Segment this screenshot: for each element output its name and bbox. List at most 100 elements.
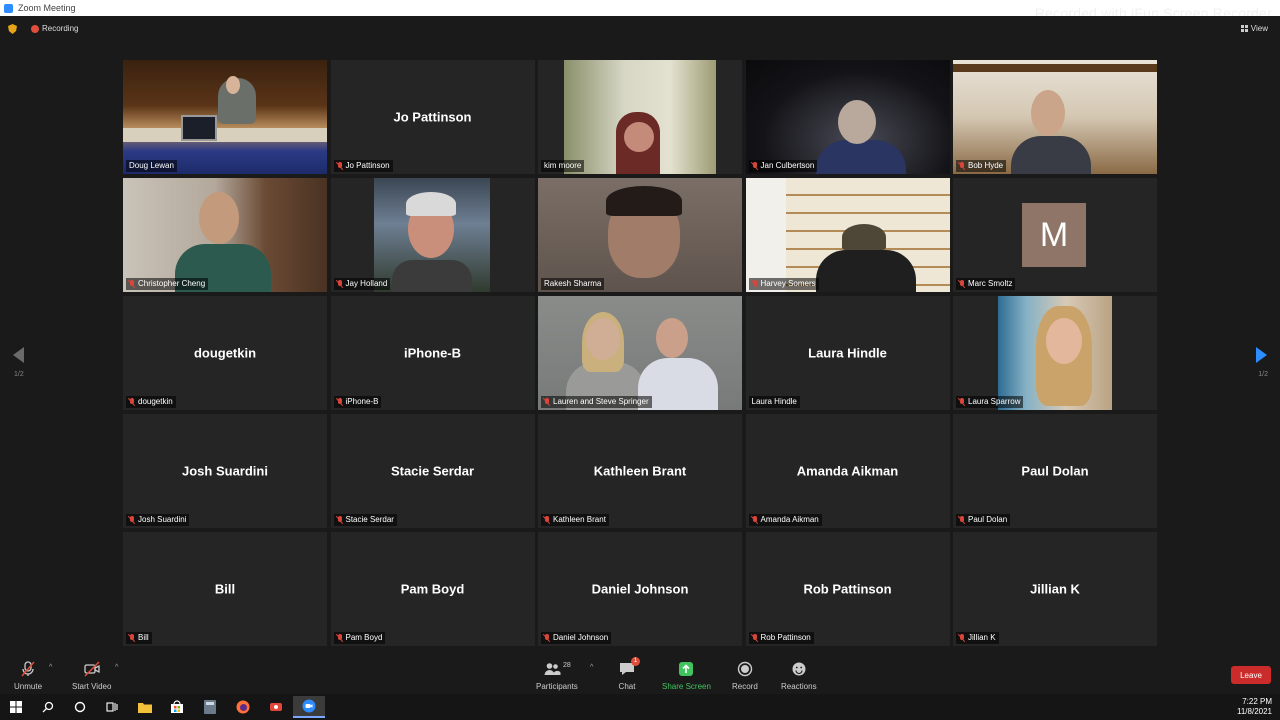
video-tile-rakesh-sharma[interactable]: Rakesh Sharma: [538, 178, 742, 292]
view-button[interactable]: View: [1240, 24, 1268, 33]
video-tile-bill[interactable]: Bill Bill: [123, 532, 327, 646]
mic-muted-icon: [752, 280, 758, 288]
participant-name-tag: Laura Hindle: [748, 396, 800, 408]
video-feed: [745, 60, 950, 174]
leave-button[interactable]: Leave: [1231, 666, 1271, 684]
participant-name-tag: Rakesh Sharma: [541, 278, 605, 290]
video-tile-stacie-serdar[interactable]: Stacie Serdar Stacie Serdar: [330, 414, 535, 528]
task-view-icon[interactable]: [103, 698, 121, 716]
video-tile-bob-hyde[interactable]: Bob Hyde: [953, 60, 1157, 174]
video-tile-lauren-and-steve-springer[interactable]: Lauren and Steve Springer: [538, 296, 742, 410]
video-tile-christopher-cheng[interactable]: Christopher Cheng: [123, 178, 327, 292]
video-tile-pam-boyd[interactable]: Pam Boyd Pam Boyd: [330, 532, 535, 646]
video-tile-paul-dolan[interactable]: Paul Dolan Paul Dolan: [953, 414, 1157, 528]
grid-view-icon: [1240, 25, 1248, 32]
participants-button[interactable]: 28 Participants: [536, 660, 578, 692]
video-tile-jo-pattinson[interactable]: Jo Pattinson Jo Pattinson: [330, 60, 535, 174]
participant-name-tag: Christopher Cheng: [126, 278, 209, 290]
video-tile-dougetkin[interactable]: dougetkin dougetkin: [123, 296, 327, 410]
participant-name-tag: dougetkin: [126, 396, 176, 408]
video-tile-jay-holland[interactable]: Jay Holland: [330, 178, 535, 292]
file-explorer-icon[interactable]: [136, 698, 154, 716]
participant-name-tag: Rob Pattinson: [748, 632, 814, 644]
video-feed: [538, 296, 742, 410]
unmute-button[interactable]: Unmute: [14, 660, 42, 691]
mic-muted-icon: [337, 398, 343, 406]
video-tile-laura-hindle[interactable]: Laura Hindle Laura Hindle: [745, 296, 950, 410]
next-page-arrow-icon[interactable]: [1256, 347, 1267, 363]
participant-name-tag: Amanda Aikman: [748, 514, 822, 526]
screen-recorder-icon[interactable]: [267, 698, 285, 716]
firefox-icon[interactable]: [234, 698, 252, 716]
start-video-button[interactable]: Start Video: [72, 660, 111, 691]
mic-muted-icon: [959, 162, 965, 170]
windows-start-icon[interactable]: [7, 698, 25, 716]
zoom-taskbar-icon[interactable]: [293, 696, 325, 718]
mic-muted-icon: [337, 162, 343, 170]
participant-name-tag: Laura Sparrow: [956, 396, 1024, 408]
video-tile-laura-sparrow[interactable]: Laura Sparrow: [953, 296, 1157, 410]
participant-name-tag: Jan Culbertson: [748, 160, 818, 172]
participant-name-tag: Jay Holland: [333, 278, 391, 290]
video-options-caret-icon[interactable]: ^: [115, 664, 118, 671]
mic-muted-icon: [752, 634, 758, 642]
mic-muted-icon: [129, 398, 135, 406]
audio-options-caret-icon[interactable]: ^: [49, 664, 52, 671]
participant-name-tag: Josh Suardini: [126, 514, 190, 526]
share-screen-button[interactable]: Share Screen: [662, 660, 711, 691]
calculator-icon[interactable]: [201, 698, 219, 716]
recording-dot-icon: [31, 25, 39, 33]
video-tile-jillian-k[interactable]: Jillian K Jillian K: [953, 532, 1157, 646]
record-button[interactable]: Record: [732, 660, 758, 691]
video-tile-harvey-somers[interactable]: Harvey Somers: [745, 178, 950, 292]
page-indicator-right: 1/2: [1258, 371, 1268, 378]
participant-name-tag: Harvey Somers: [748, 278, 819, 290]
window-title-bar: Zoom Meeting Recorded with iFun Screen R…: [0, 0, 1280, 21]
participant-display-name: Jillian K: [1030, 581, 1080, 597]
mic-muted-icon: [21, 661, 35, 677]
mic-muted-icon: [337, 280, 343, 288]
participant-display-name: Stacie Serdar: [390, 463, 475, 479]
video-feed: [564, 60, 716, 174]
participant-display-name: Kathleen Brant: [593, 463, 687, 479]
system-clock[interactable]: 7:22 PM 11/8/2021: [1237, 697, 1272, 717]
video-feed: [123, 60, 327, 174]
video-tile-rob-pattinson[interactable]: Rob Pattinson Rob Pattinson: [745, 532, 950, 646]
security-shield-icon[interactable]: [8, 24, 17, 34]
video-tile-jan-culbertson[interactable]: Jan Culbertson: [745, 60, 950, 174]
mic-muted-icon: [129, 634, 135, 642]
video-tile-kim-moore[interactable]: kim moore: [538, 60, 742, 174]
participant-name-tag: Jo Pattinson: [333, 160, 393, 172]
meeting-controls-toolbar: Unmute ^ Start Video ^ 28 Participants ^…: [0, 656, 1280, 694]
participant-name-tag: Marc Smoltz: [956, 278, 1016, 290]
participants-icon: [544, 663, 561, 675]
participant-display-name: Daniel Johnson: [591, 581, 689, 597]
chat-unread-badge: 1: [631, 657, 640, 666]
video-tile-doug-lewan[interactable]: Doug Lewan: [123, 60, 327, 174]
participant-name-tag: kim moore: [541, 160, 585, 172]
mic-muted-icon: [544, 634, 550, 642]
video-feed: [953, 60, 1157, 174]
participants-caret-icon[interactable]: ^: [590, 664, 593, 671]
participant-name-tag: Bob Hyde: [956, 160, 1007, 172]
reactions-button[interactable]: Reactions: [781, 660, 817, 691]
participant-display-name: Bill: [214, 581, 236, 597]
search-icon[interactable]: [39, 698, 57, 716]
video-tile-amanda-aikman[interactable]: Amanda Aikman Amanda Aikman: [745, 414, 950, 528]
store-icon[interactable]: [168, 698, 186, 716]
mic-muted-icon: [129, 280, 135, 288]
mic-muted-icon: [337, 634, 343, 642]
participant-display-name: Jo Pattinson: [393, 109, 472, 125]
mic-muted-icon: [959, 398, 965, 406]
chat-button[interactable]: 1 Chat: [618, 657, 640, 691]
video-tile-daniel-johnson[interactable]: Daniel Johnson Daniel Johnson: [538, 532, 742, 646]
video-tile-josh-suardini[interactable]: Josh Suardini Josh Suardini: [123, 414, 327, 528]
participants-label: Participants: [536, 682, 578, 691]
previous-page-arrow-icon[interactable]: [13, 347, 24, 363]
avatar: M: [1022, 203, 1086, 267]
cortana-icon[interactable]: [71, 698, 89, 716]
participant-display-name: dougetkin: [193, 345, 257, 361]
video-tile-iphone-b[interactable]: iPhone-B iPhone-B: [330, 296, 535, 410]
video-tile-kathleen-brant[interactable]: Kathleen Brant Kathleen Brant: [538, 414, 742, 528]
video-tile-marc-smoltz[interactable]: M Marc Smoltz: [953, 178, 1157, 292]
